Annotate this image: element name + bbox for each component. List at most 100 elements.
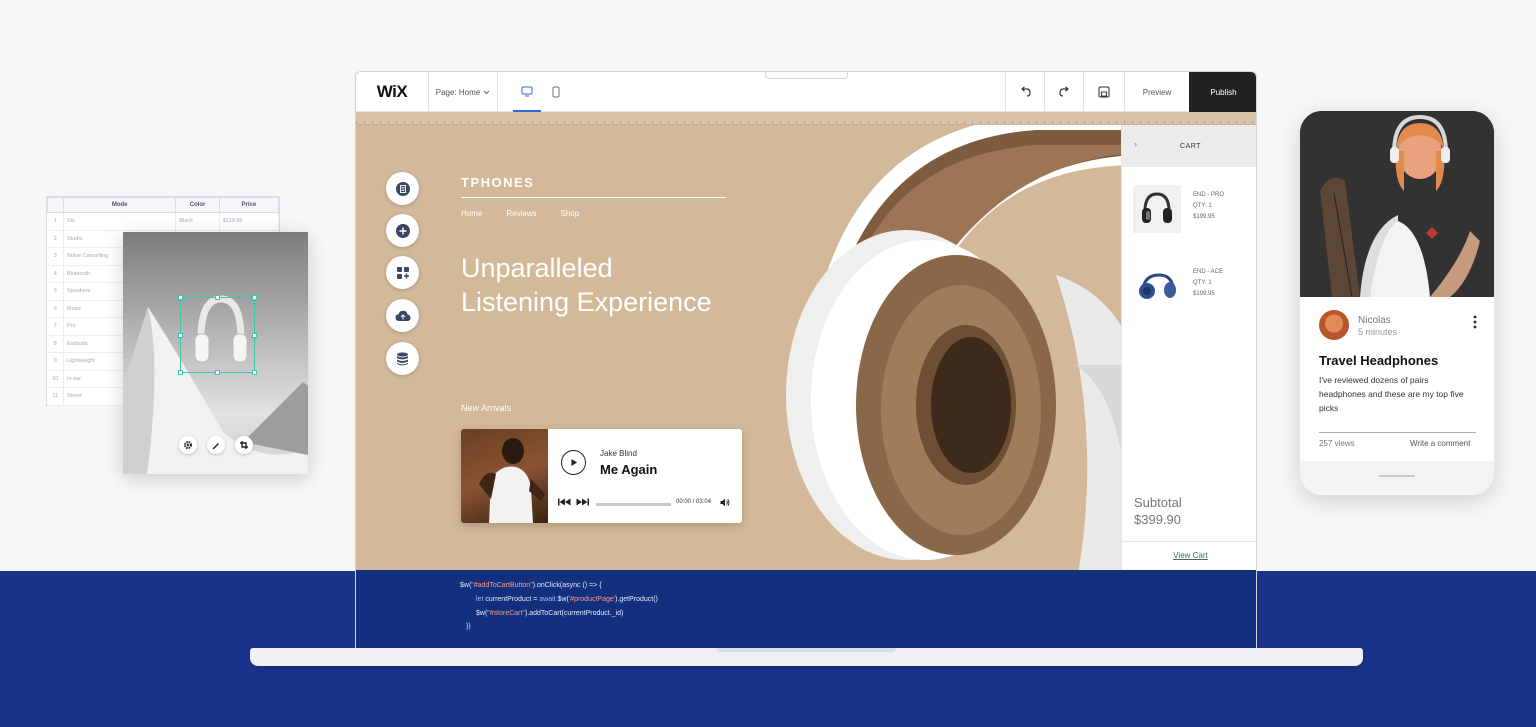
phone-preview: Nicolas 5 minutes Travel Headphones I've…	[1300, 111, 1494, 495]
subtotal-label: Subtotal	[1134, 495, 1182, 510]
code-token: $w(	[460, 582, 472, 589]
site-nav: Home Reviews Shop	[461, 209, 579, 218]
resize-handle[interactable]	[215, 295, 220, 300]
pen-icon[interactable]	[207, 436, 225, 454]
new-arrivals-label: New Arrivals	[461, 403, 512, 413]
code-token: "#addToCartButton"	[471, 582, 533, 589]
code-line-1: $w("#addToCartButton").onClick(async () …	[460, 582, 602, 589]
post-author[interactable]: Nicolas	[1358, 315, 1391, 326]
redo-button[interactable]	[1044, 72, 1084, 112]
post-title[interactable]: Travel Headphones	[1319, 353, 1438, 368]
previous-icon[interactable]	[558, 498, 571, 506]
save-button[interactable]	[1083, 72, 1123, 112]
table-cell-price: $129.95	[219, 212, 280, 231]
undo-icon	[1021, 86, 1031, 97]
code-token: "#storeCart"	[487, 610, 525, 617]
image-tools	[179, 436, 253, 454]
resize-handle[interactable]	[178, 333, 183, 338]
cart-item-name: END - PRO	[1193, 192, 1225, 198]
player-controls	[558, 498, 589, 506]
hero-headline[interactable]: Unparalleled Listening Experience	[461, 251, 781, 319]
site-nav-shop[interactable]: Shop	[561, 209, 580, 218]
post-views: 257 views	[1319, 439, 1355, 448]
more-options-icon[interactable]	[1470, 314, 1480, 330]
site-nav-home[interactable]: Home	[461, 209, 482, 218]
table-row[interactable]: 1 Ski Black $129.95	[47, 212, 280, 231]
desktop-view-button[interactable]	[513, 72, 541, 112]
resize-handle[interactable]	[178, 370, 183, 375]
publish-button[interactable]: Publish	[1189, 72, 1256, 112]
cart-item[interactable]: END - ACE QTY: 1 $199.95	[1133, 262, 1253, 312]
table-cell-num: 8	[47, 335, 64, 353]
page-select-label: Page: Home	[435, 87, 481, 97]
cart-item[interactable]: END - PRO QTY: 1 $199.95	[1133, 185, 1253, 235]
next-icon[interactable]	[576, 498, 589, 506]
site-canvas[interactable]: TPHONES Home Reviews Shop Unparalleled L…	[356, 125, 1121, 570]
music-player: Jake Blind Me Again 00:00 / 03:04	[461, 429, 742, 523]
post-photo	[1300, 111, 1494, 297]
crop-icon[interactable]	[235, 436, 253, 454]
code-token: $w(	[476, 610, 488, 617]
hero-headline-line1: Unparalleled	[461, 253, 613, 283]
cart-title: CART	[1180, 142, 1201, 150]
undo-button[interactable]	[1005, 72, 1045, 112]
page-icon	[395, 181, 410, 196]
resize-handle[interactable]	[252, 333, 257, 338]
pages-tool-button[interactable]	[386, 172, 419, 205]
table-header-mode[interactable]: Mode	[62, 197, 177, 213]
chevron-down-icon	[483, 90, 490, 94]
resize-handle[interactable]	[215, 370, 220, 375]
add-tool-button[interactable]	[386, 214, 419, 247]
code-token: currentProduct =	[483, 596, 540, 603]
post-excerpt: I've reviewed dozens of pairs headphones…	[1319, 375, 1464, 413]
wix-logo[interactable]: WiX	[356, 72, 429, 112]
site-brand[interactable]: TPHONES	[461, 175, 534, 190]
database-tool-button[interactable]	[386, 342, 419, 375]
desktop-icon	[521, 86, 533, 96]
table-cell-num: 7	[47, 317, 64, 336]
track-title: Me Again	[600, 462, 658, 477]
table-cell-num: 11	[47, 387, 64, 406]
table-header-num	[47, 197, 64, 213]
phone-footer	[1300, 461, 1494, 495]
table-header-row: Mode Color Price	[47, 197, 280, 213]
write-comment-link[interactable]: Write a comment	[1410, 439, 1470, 448]
code-token: '#productPage'	[568, 596, 616, 603]
play-button[interactable]	[561, 450, 586, 475]
volume-icon[interactable]	[720, 498, 730, 507]
view-cart-link[interactable]: View Cart	[1122, 551, 1256, 560]
upload-tool-button[interactable]	[386, 299, 419, 332]
track-progress-bar[interactable]	[596, 503, 671, 506]
post-timestamp: 5 minutes	[1358, 327, 1398, 337]
cart-divider	[1122, 541, 1256, 542]
code-line-4: })	[466, 623, 471, 630]
code-line-3: $w("#storeCart").addToCart(currentProduc…	[476, 610, 623, 617]
code-panel[interactable]: $w("#addToCartButton").onClick(async () …	[356, 570, 1256, 648]
table-cell-num: 10	[47, 370, 64, 388]
code-token: ).getProduct()	[615, 596, 658, 603]
code-token: $w(	[555, 596, 569, 603]
chevron-right-icon[interactable]: ›	[1134, 139, 1138, 149]
site-nav-reviews[interactable]: Reviews	[506, 209, 536, 218]
resize-handle[interactable]	[252, 295, 257, 300]
hero-headline-line2: Listening Experience	[461, 287, 712, 317]
code-token: })	[466, 623, 471, 630]
mobile-view-button[interactable]	[542, 72, 570, 112]
avatar[interactable]	[1319, 310, 1349, 340]
settings-icon[interactable]	[179, 436, 197, 454]
preview-button[interactable]: Preview	[1124, 72, 1189, 112]
cart-item-meta: END - PRO QTY: 1 $199.95	[1193, 190, 1224, 223]
cart-item-qty: QTY: 1	[1193, 280, 1212, 286]
track-time: 00:00 / 03:04	[676, 499, 712, 505]
resize-handle[interactable]	[252, 370, 257, 375]
selection-box[interactable]	[180, 297, 255, 373]
table-cell-color: Black	[175, 212, 220, 231]
code-token: ).onClick(async () => {	[532, 582, 602, 589]
apps-tool-button[interactable]	[386, 256, 419, 289]
table-header-color[interactable]: Color	[175, 197, 220, 213]
page-select[interactable]: Page: Home	[429, 72, 498, 112]
table-header-price[interactable]: Price	[218, 197, 280, 213]
table-cell-num: 6	[47, 300, 64, 318]
resize-handle[interactable]	[178, 295, 183, 300]
play-icon	[571, 459, 577, 466]
